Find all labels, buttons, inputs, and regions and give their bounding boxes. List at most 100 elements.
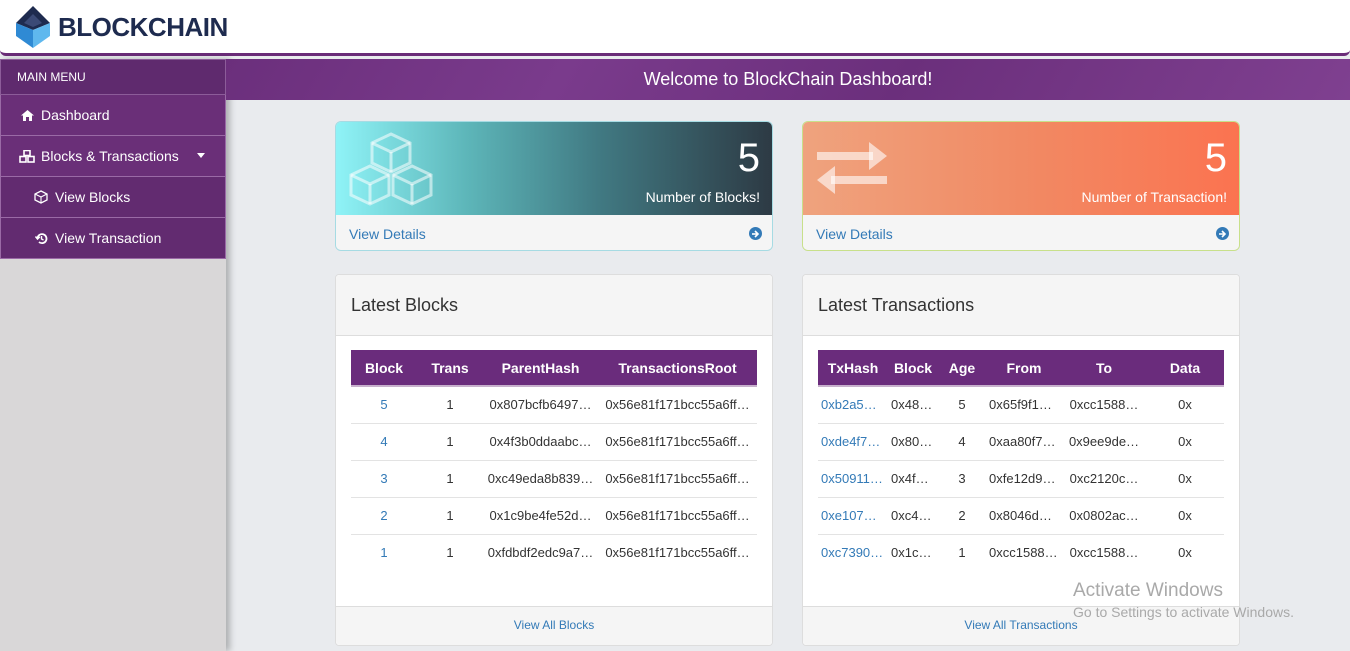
- trans-count: 1: [417, 497, 483, 535]
- tx-age: 4: [938, 423, 986, 461]
- sidebar: MAIN MENU Dashboard Blocks & Transaction…: [0, 59, 226, 651]
- table-row: 0xc7390… 0x1c9… 1 0xcc15887… 0xcc1588… 0…: [818, 534, 1224, 571]
- blockchain-logo-icon[interactable]: [14, 6, 52, 48]
- column-header: From: [986, 350, 1062, 387]
- view-all-blocks-link[interactable]: View All Blocks: [336, 606, 772, 645]
- parent-hash: 0xfdbdf2edc9a7…: [487, 545, 594, 561]
- tx-age: 2: [938, 497, 986, 535]
- table-row: 0xb2a5… 0x486… 5 0x65f9f10… 0xcc1588… 0x: [818, 386, 1224, 424]
- parent-hash: 0x1c9be4fe52d…: [483, 497, 598, 535]
- column-header: Trans: [417, 350, 483, 387]
- top-header: BLOCKCHAIN: [0, 0, 1350, 56]
- transactions-root: 0x56e81f171bcc55a6ff…: [598, 423, 757, 461]
- latest-blocks-table: Block Trans ParentHash TransactionsRoot …: [351, 350, 757, 571]
- transactions-card-header: 5 Number of Transaction!: [803, 122, 1239, 215]
- sidebar-item-label: View Transaction: [55, 230, 162, 246]
- sidebar-item-label: Dashboard: [41, 107, 110, 123]
- activation-watermark-subtitle: Go to Settings to activate Windows.: [1073, 604, 1294, 620]
- transactions-root: 0x56e81f171bcc55a6ff…: [598, 386, 757, 424]
- blocks-card-header: 5 Number of Blocks!: [336, 122, 772, 215]
- blocks-count-label: Number of Blocks!: [645, 189, 760, 205]
- tx-from: 0xfe12d9e…: [986, 460, 1062, 498]
- sidebar-item-view-blocks[interactable]: View Blocks: [0, 177, 226, 218]
- tx-age: 5: [938, 386, 986, 424]
- sidebar-menu-title: MAIN MENU: [0, 59, 226, 95]
- table-row: 4 1 0x4f3b0ddaabc… 0x56e81f171bcc55a6ff…: [351, 423, 757, 461]
- block-number-link[interactable]: 5: [351, 386, 417, 424]
- transactions-view-details-link[interactable]: View Details: [803, 215, 1239, 250]
- transactions-root: 0x56e81f171bcc55a6ff…: [598, 460, 757, 498]
- tx-data: 0x: [1146, 386, 1224, 424]
- latest-transactions-table: TxHash Block Age From To Data 0xb2a5… 0x…: [818, 350, 1224, 571]
- arrow-right-circle-icon: [1216, 227, 1229, 240]
- chevron-down-icon[interactable]: [197, 153, 205, 158]
- tx-block: 0x807…: [888, 423, 938, 461]
- sidebar-item-label: Blocks & Transactions: [41, 148, 179, 164]
- tx-from: 0x8046d5…: [986, 497, 1062, 535]
- tx-to: 0xc2120c…: [1062, 460, 1146, 498]
- blocks-count-value: 5: [737, 136, 760, 180]
- history-icon: [33, 231, 49, 245]
- tx-hash-link[interactable]: 0xb2a5…: [818, 386, 888, 424]
- parent-hash: 0xc49eda8b839…: [483, 460, 598, 498]
- view-details-label: View Details: [816, 225, 893, 242]
- tx-age: 1: [958, 545, 966, 561]
- blocks-view-details-link[interactable]: View Details: [336, 215, 772, 250]
- welcome-banner: Welcome to BlockChain Dashboard!: [226, 59, 1350, 100]
- tx-from: 0x65f9f10…: [986, 386, 1062, 424]
- block-number-link[interactable]: 4: [351, 423, 417, 461]
- table-row: 0xde4f7… 0x807… 4 0xaa80f74… 0x9ee9de… 0…: [818, 423, 1224, 461]
- latest-blocks-title: Latest Blocks: [336, 275, 772, 336]
- transactions-root: 0x56e81f171bcc55a6ff…: [598, 497, 757, 535]
- sidebar-item-label: View Blocks: [55, 189, 131, 205]
- table-row: 3 1 0xc49eda8b839… 0x56e81f171bcc55a6ff…: [351, 460, 757, 498]
- tx-age: 3: [938, 460, 986, 498]
- tx-data: 0x: [1146, 497, 1224, 535]
- table-row: 1 1 0xfdbdf2edc9a7… 0x56e81f171bcc55a6ff…: [351, 534, 757, 571]
- tx-from: 0xaa80f74…: [986, 423, 1062, 461]
- tx-data: 0x: [1146, 460, 1224, 498]
- blocks-count-card: 5 Number of Blocks! View Details: [335, 121, 773, 251]
- latest-blocks-panel: Latest Blocks Block Trans ParentHash Tra…: [335, 274, 773, 646]
- trans-count: 1: [446, 545, 454, 561]
- table-row: 5 1 0x807bcfb6497… 0x56e81f171bcc55a6ff…: [351, 386, 757, 424]
- block-number-link[interactable]: 3: [351, 460, 417, 498]
- parent-hash: 0x4f3b0ddaabc…: [483, 423, 598, 461]
- table-row: 2 1 0x1c9be4fe52d… 0x56e81f171bcc55a6ff…: [351, 497, 757, 535]
- cubes-icon: [19, 149, 35, 163]
- tx-data: 0x: [1146, 423, 1224, 461]
- home-icon: [19, 108, 35, 122]
- tx-to: 0x9ee9de…: [1062, 423, 1146, 461]
- latest-transactions-title: Latest Transactions: [803, 275, 1239, 336]
- transactions-count-card: 5 Number of Transaction! View Details: [802, 121, 1240, 251]
- column-header: Age: [938, 350, 986, 387]
- tx-hash-link[interactable]: 0x50911…: [818, 460, 888, 498]
- tx-to: 0xcc1588…: [1069, 545, 1139, 561]
- tx-block: 0x486…: [888, 386, 938, 424]
- tx-hash-link[interactable]: 0xc7390…: [818, 534, 888, 571]
- trans-count: 1: [417, 386, 483, 424]
- tx-hash-link[interactable]: 0xde4f7…: [818, 423, 888, 461]
- block-number-link[interactable]: 1: [351, 534, 417, 571]
- arrow-right-circle-icon: [749, 227, 762, 240]
- sidebar-item-dashboard[interactable]: Dashboard: [0, 95, 226, 136]
- trans-count: 1: [417, 423, 483, 461]
- column-header: Data: [1146, 350, 1224, 387]
- column-header: ParentHash: [483, 350, 598, 387]
- sidebar-item-view-transaction[interactable]: View Transaction: [0, 218, 226, 259]
- brand-name[interactable]: BLOCKCHAIN: [58, 12, 228, 43]
- table-header-row: TxHash Block Age From To Data: [818, 350, 1224, 387]
- view-details-label: View Details: [349, 225, 426, 242]
- table-row: 0xe107… 0xc49… 2 0x8046d5… 0x0802ac… 0x: [818, 497, 1224, 535]
- tx-block: 0x1c9…: [891, 545, 938, 561]
- cube-outline-icon: [33, 190, 49, 204]
- exchange-arrows-icon: [817, 142, 887, 194]
- tx-to: 0x0802ac…: [1062, 497, 1146, 535]
- tx-block: 0xc49…: [888, 497, 938, 535]
- tx-hash-link[interactable]: 0xe107…: [818, 497, 888, 535]
- sidebar-item-blocks-transactions[interactable]: Blocks & Transactions: [0, 136, 226, 177]
- transactions-count-label: Number of Transaction!: [1081, 189, 1227, 205]
- column-header: Block: [888, 350, 938, 387]
- transactions-root: 0x56e81f171bcc55a6ff…: [605, 545, 750, 561]
- block-number-link[interactable]: 2: [351, 497, 417, 535]
